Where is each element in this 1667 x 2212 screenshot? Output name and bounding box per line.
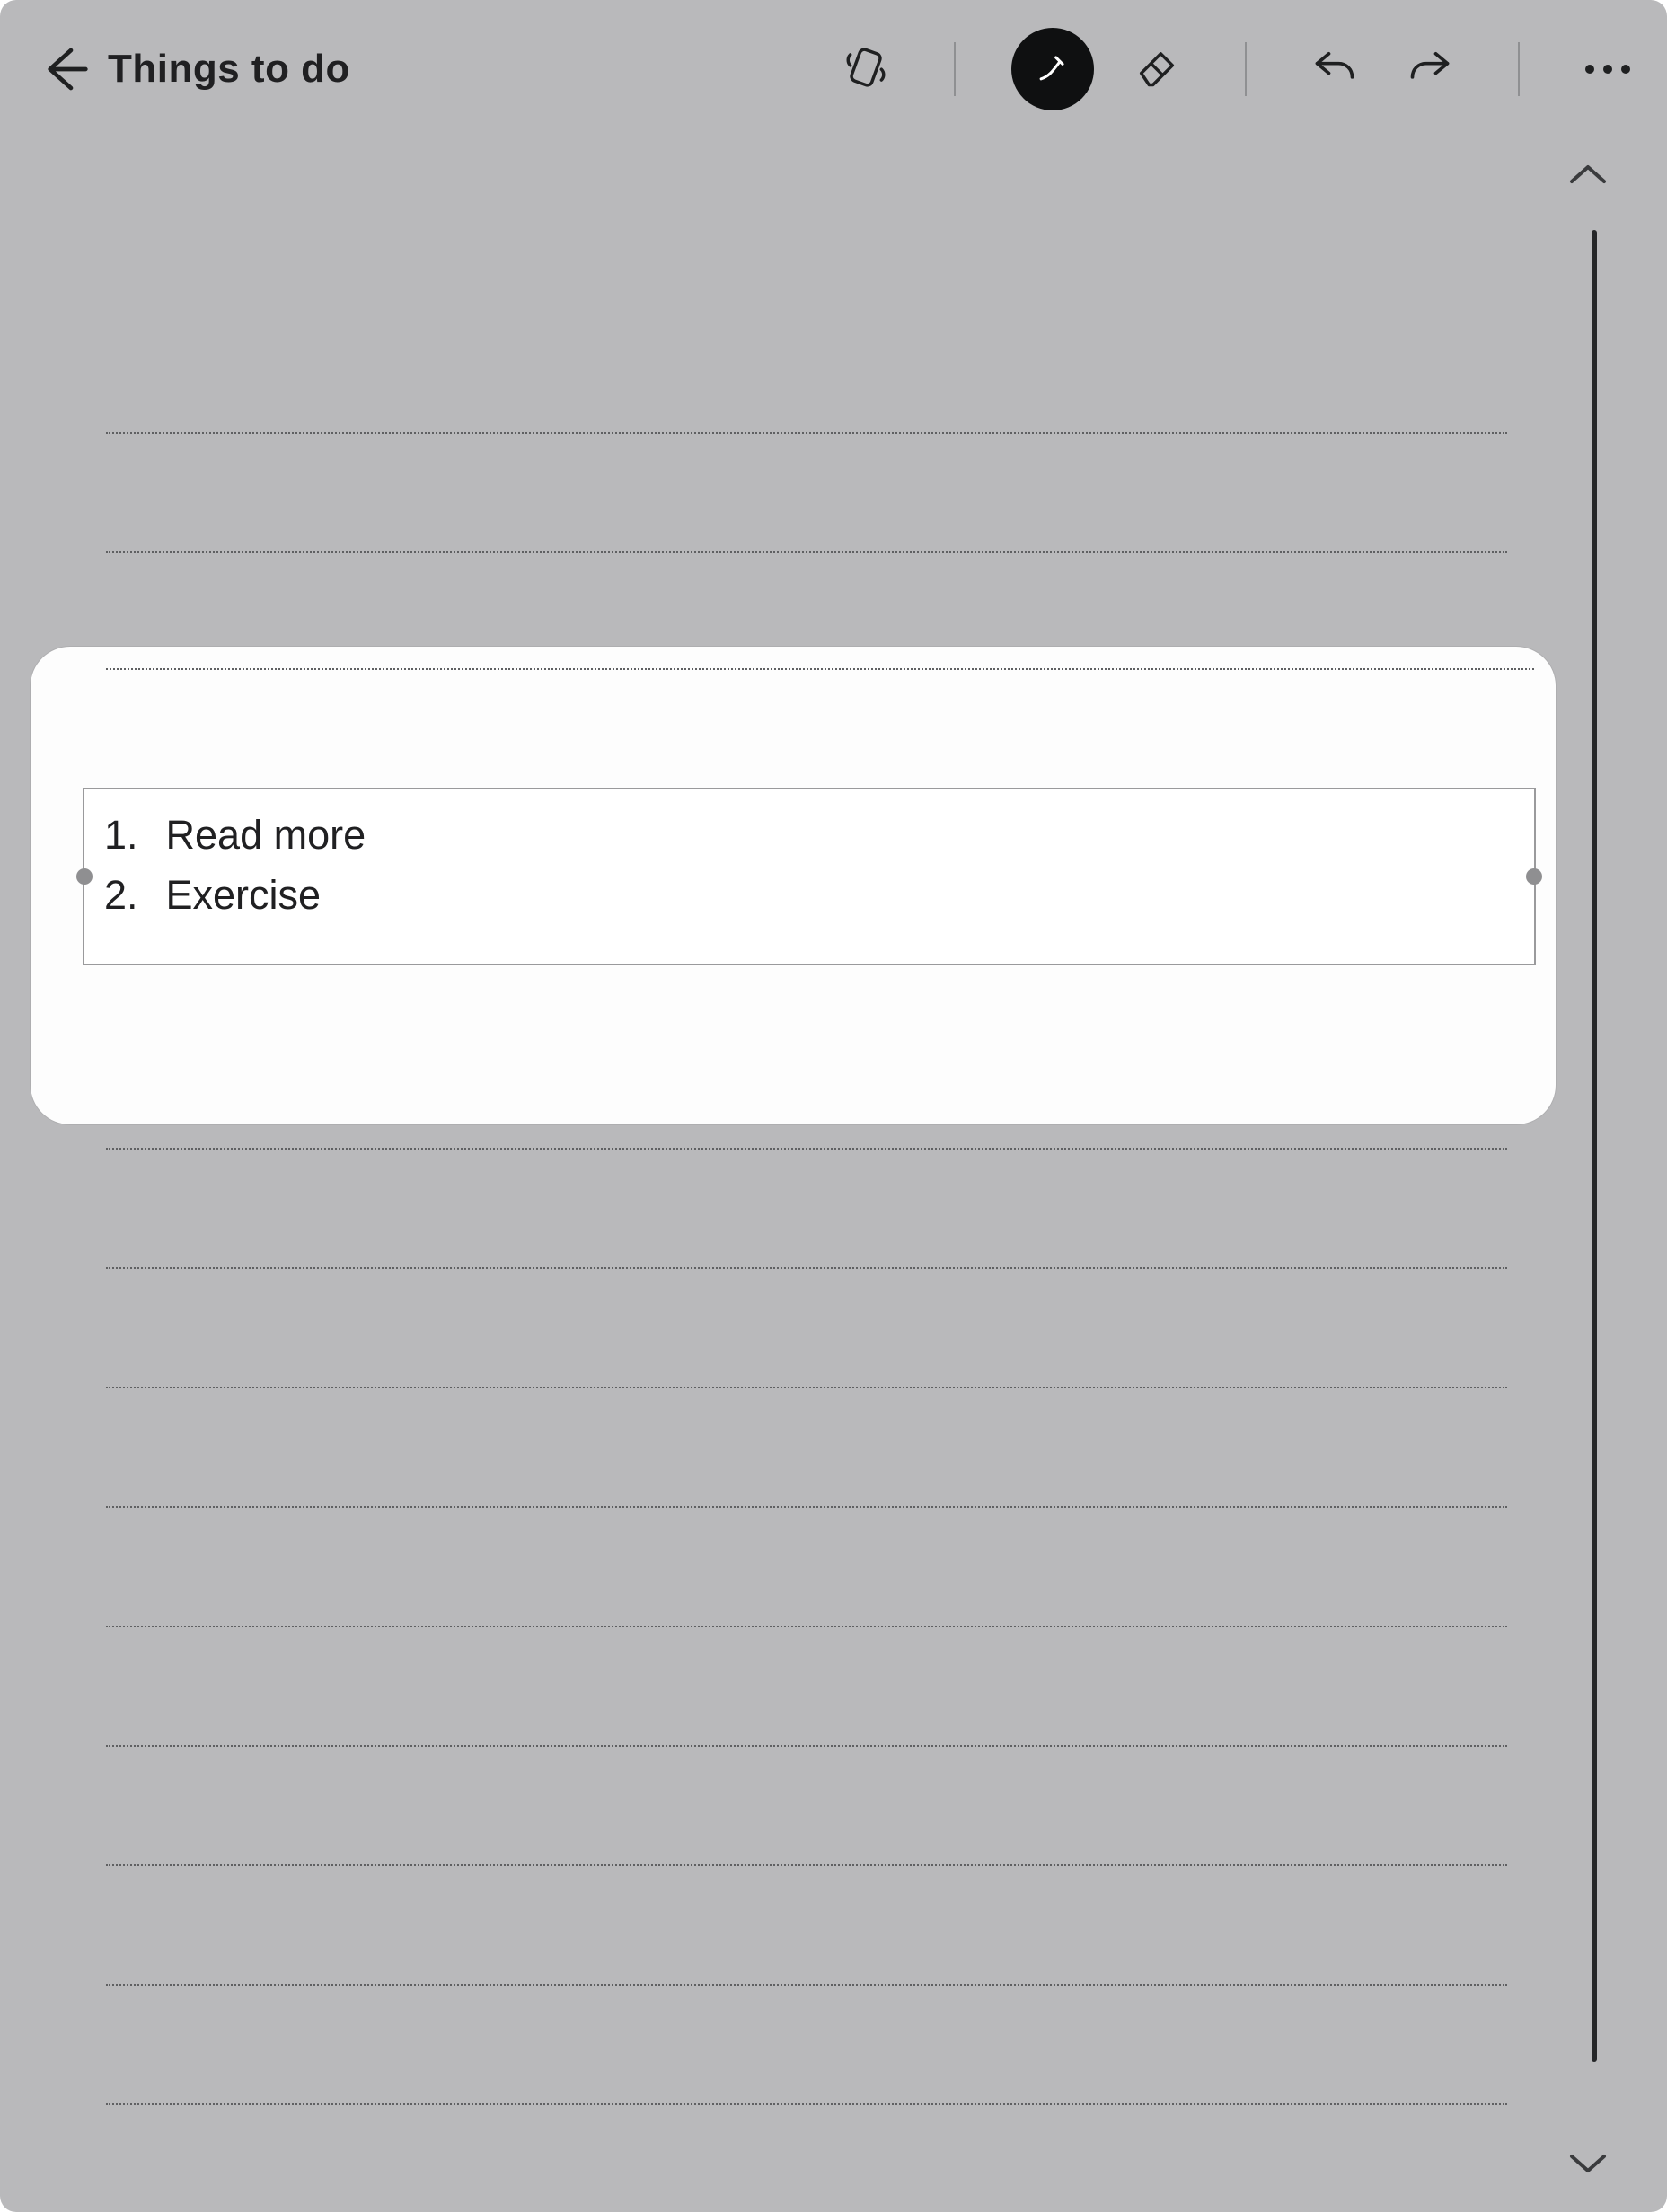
undo-icon <box>1311 44 1358 95</box>
chevron-up-icon <box>1566 177 1610 192</box>
more-options-icon <box>1585 65 1630 74</box>
list-item-index: 1. <box>104 806 154 866</box>
rotate-button[interactable] <box>834 37 898 101</box>
redo-button[interactable] <box>1398 37 1462 101</box>
back-arrow-icon <box>40 44 90 94</box>
numbered-list: 1. Read more 2. Exercise <box>104 806 366 925</box>
eraser-icon <box>1133 44 1180 95</box>
text-selection-box[interactable]: 1. Read more 2. Exercise <box>83 788 1536 965</box>
undo-button[interactable] <box>1302 37 1367 101</box>
pen-icon <box>1033 48 1072 92</box>
eraser-button[interactable] <box>1125 37 1189 101</box>
list-item: 2. Exercise <box>104 866 366 926</box>
text-block-card: 1. Read more 2. Exercise <box>31 647 1556 1124</box>
device-screen: Things to do <box>0 0 1667 2212</box>
page-title: Things to do <box>108 47 350 92</box>
ruled-line <box>106 668 1534 670</box>
list-item-index: 2. <box>104 866 154 926</box>
rotate-device-icon <box>842 44 889 95</box>
selection-handle-right[interactable] <box>1526 868 1542 885</box>
scrollbar[interactable] <box>1592 230 1597 2062</box>
back-button[interactable]: Things to do <box>40 44 350 94</box>
list-item-label: Exercise <box>166 872 322 918</box>
list-item: 1. Read more <box>104 806 366 866</box>
redo-icon <box>1407 44 1453 95</box>
chevron-down-icon <box>1566 2166 1610 2181</box>
toolbar-divider <box>1245 42 1247 96</box>
scroll-down-button[interactable] <box>1566 2149 1610 2178</box>
top-toolbar: Things to do <box>0 20 1667 119</box>
note-canvas[interactable] <box>0 142 1667 2212</box>
selection-handle-left[interactable] <box>76 868 93 885</box>
ruled-lines <box>106 142 1507 2212</box>
toolbar-divider <box>1518 42 1520 96</box>
pen-button[interactable] <box>1011 28 1094 110</box>
toolbar-divider <box>954 42 956 96</box>
scroll-up-button[interactable] <box>1566 160 1610 189</box>
toolbar-tools <box>834 28 1640 110</box>
list-item-label: Read more <box>166 812 366 858</box>
more-options-button[interactable] <box>1575 37 1640 101</box>
